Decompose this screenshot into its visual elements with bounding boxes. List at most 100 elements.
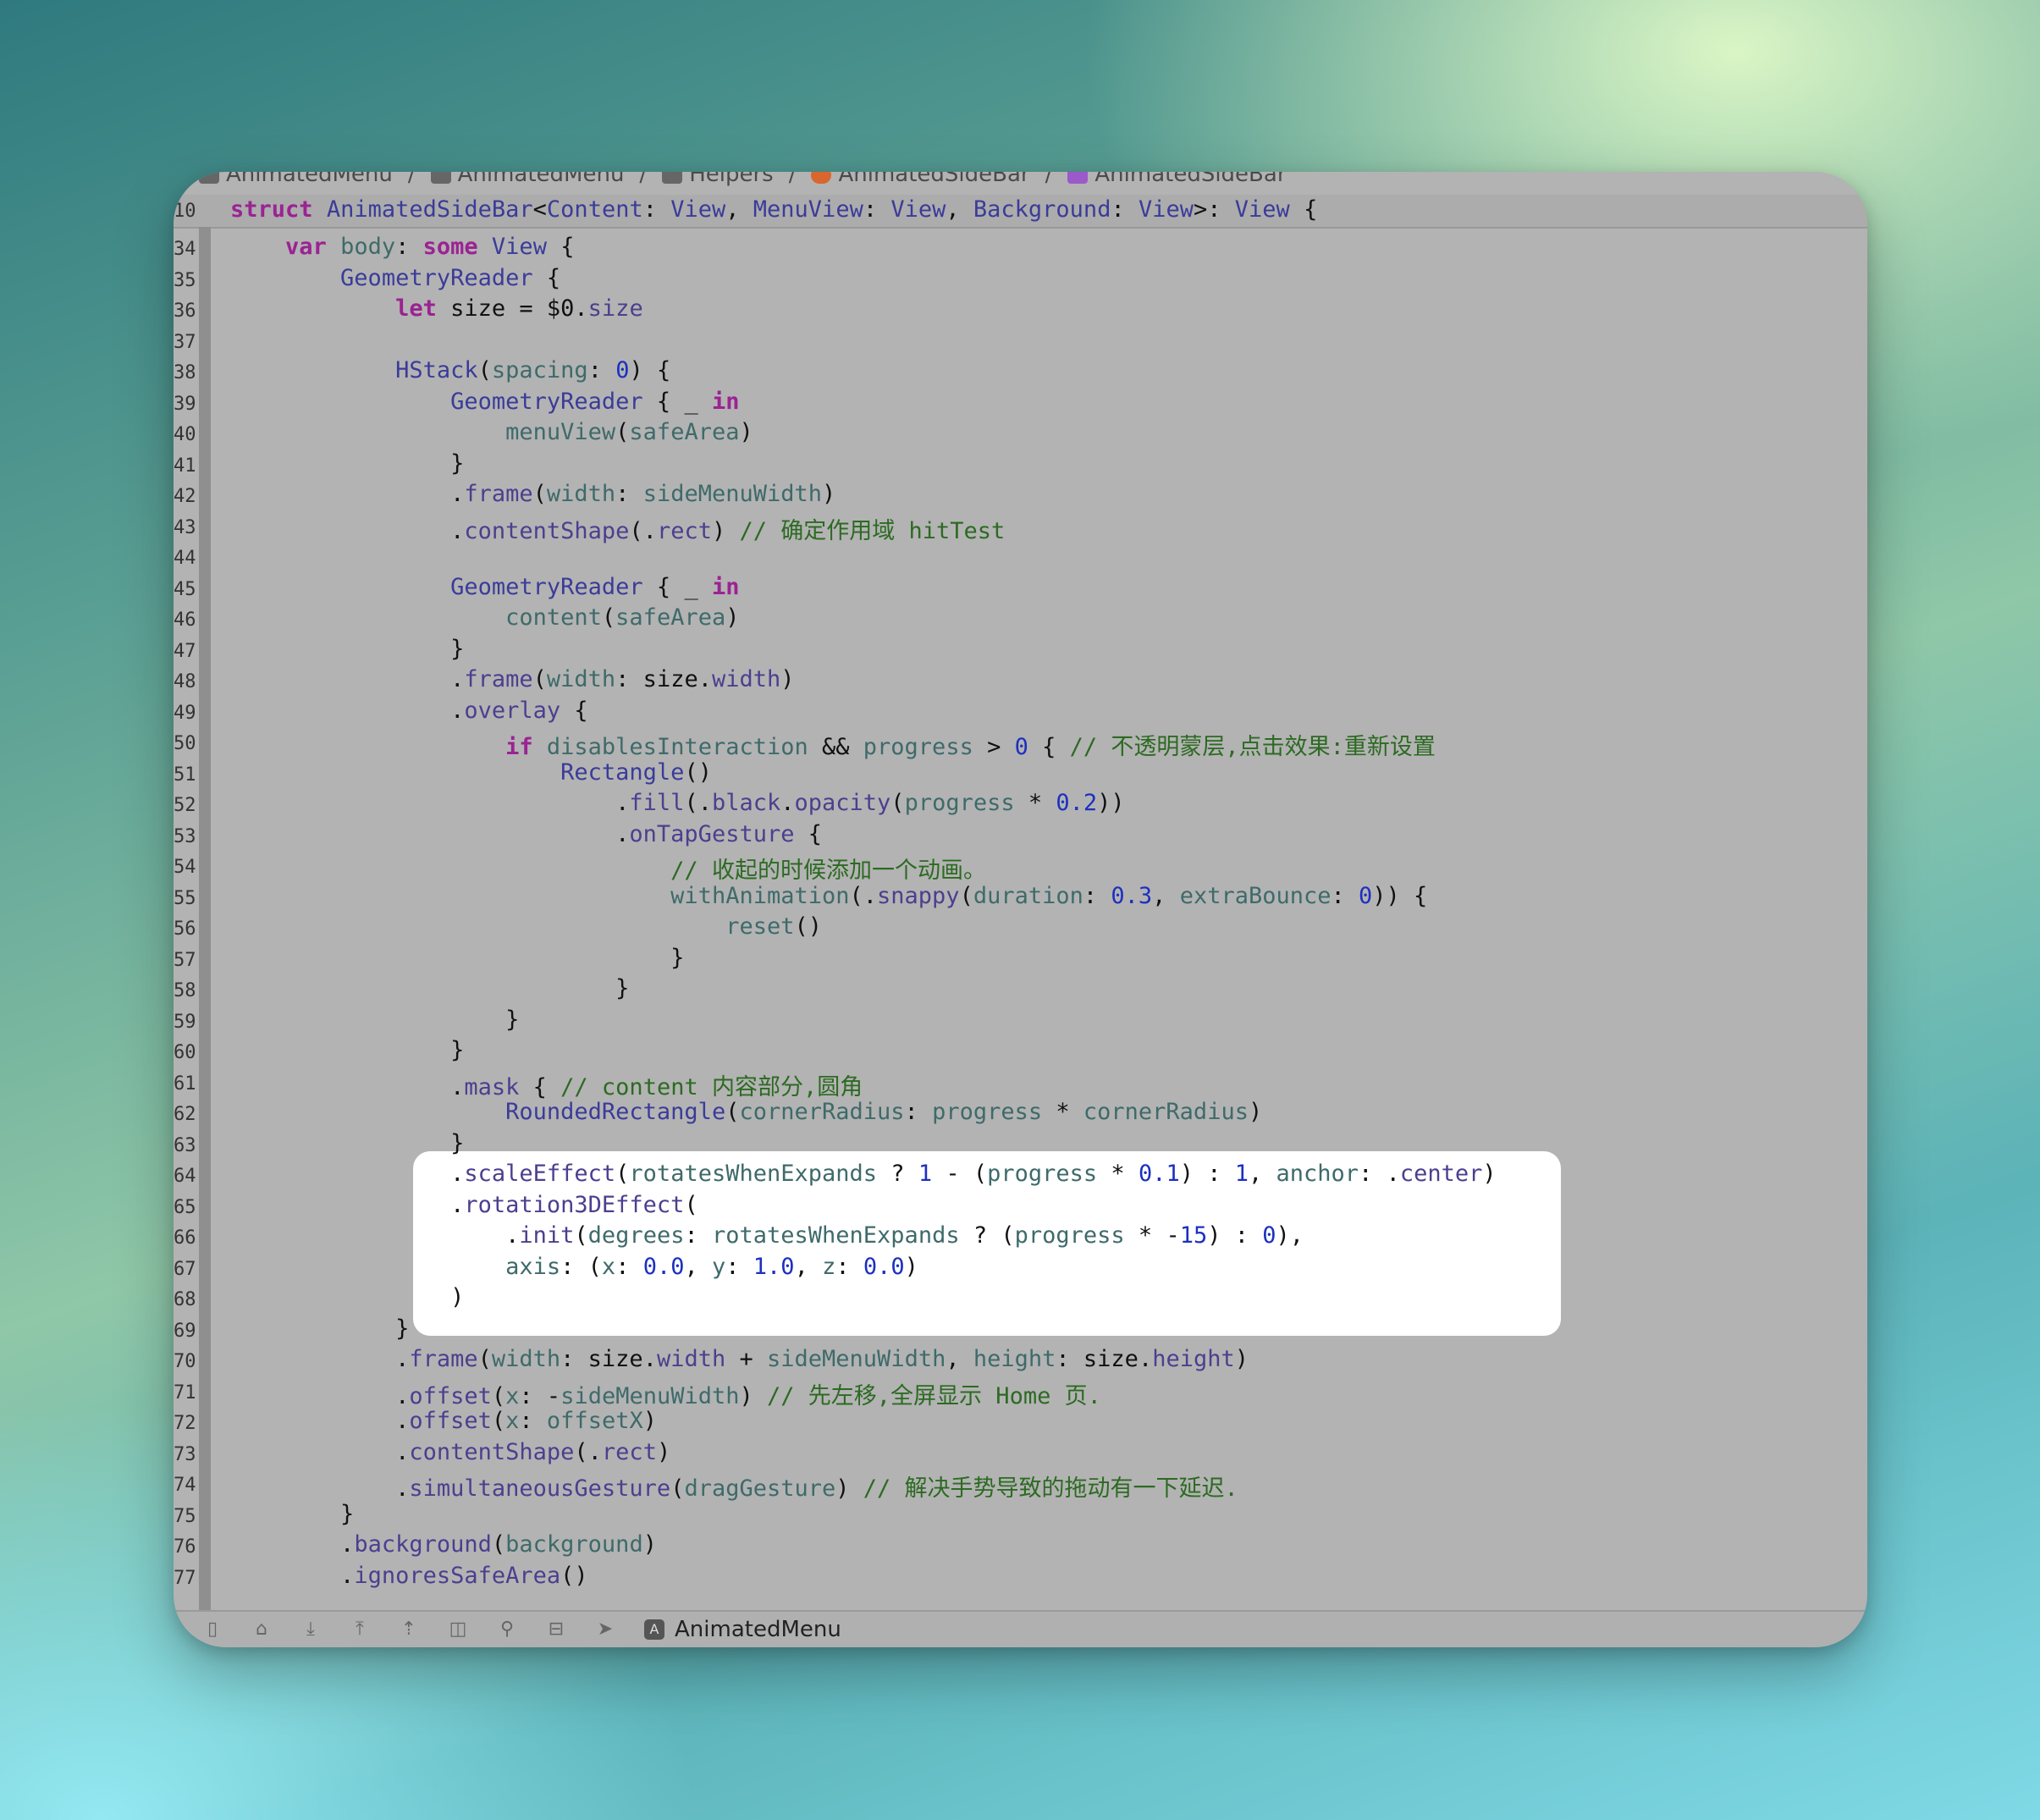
line-number: 35	[174, 269, 196, 291]
line-number: 66	[174, 1227, 196, 1249]
line-number: 52	[174, 795, 196, 816]
code-line: let size = $0.size	[395, 295, 643, 322]
folder-icon	[430, 172, 451, 184]
line-number: 75	[174, 1505, 196, 1527]
sticky-code-line: struct AnimatedSideBar<Content: View, Me…	[230, 196, 1318, 223]
breadcrumb-label: AnimatedSideBar	[1094, 172, 1287, 187]
breadcrumb-label: AnimatedMenu	[226, 172, 393, 187]
breadcrumb-label: AnimatedSideBar	[838, 172, 1030, 187]
debug-bar: ▯ ⌂ ⤓ ⤒ ⇡ ◫ ⚲ ⊟ ➤ A AnimatedMenu	[174, 1610, 1867, 1647]
breadcrumb: AnimatedMenu / AnimatedMenu / Helpers / Animat…	[174, 172, 1867, 187]
line-number: 57	[174, 949, 196, 971]
breadcrumb-item[interactable]: AnimatedSideBar	[1067, 172, 1287, 187]
code-line: .onTapGesture {	[230, 820, 822, 847]
code-line: .contentShape(.rect) // 确定作用域 hitTest	[230, 517, 1006, 544]
line-number: 46	[174, 609, 196, 631]
swift-file-icon	[811, 172, 832, 184]
breadcrumb-item[interactable]: AnimatedSideBar	[811, 172, 1030, 187]
line-number: 45	[174, 578, 196, 600]
code-line: .simultaneousGesture(dragGesture) // 解决手…	[230, 1475, 1238, 1502]
line-number: 41	[174, 455, 196, 477]
code-line: .overlay {	[230, 697, 588, 724]
line-number: 64	[174, 1166, 196, 1187]
line-number: 55	[174, 887, 196, 909]
breakpoint-icon[interactable]: ⌂	[251, 1619, 272, 1640]
struct-icon	[1067, 172, 1089, 184]
line-number: 34	[174, 239, 196, 260]
line-number: 40	[174, 424, 196, 445]
breadcrumb-label: Helpers	[689, 172, 774, 187]
line-number: 71	[174, 1382, 196, 1404]
code-line: }	[230, 944, 685, 971]
line-number: 61	[174, 1073, 196, 1095]
code-line: menuView(safeArea)	[505, 419, 753, 445]
breadcrumb-label: AnimatedMenu	[457, 172, 625, 187]
code-line: }	[230, 1129, 465, 1156]
code-line: axis: (x: 0.0, y: 1.0, z: 0.0)	[505, 1253, 918, 1280]
sticky-scope-header[interactable]: 10 struct AnimatedSideBar<Content: View,…	[174, 195, 1867, 229]
view-debugger-icon[interactable]: ◫	[448, 1619, 468, 1640]
line-number: 38	[174, 362, 196, 383]
code-line: .ignoresSafeArea()	[230, 1562, 588, 1589]
breadcrumb-item[interactable]: AnimatedMenu	[430, 172, 625, 187]
code-line: .frame(width: size.width)	[230, 666, 795, 692]
code-line: }	[230, 1315, 410, 1342]
code-line: HStack(spacing: 0) {	[395, 357, 671, 383]
breadcrumb-item[interactable]: AnimatedMenu	[199, 172, 393, 187]
scheme-label: AnimatedMenu	[675, 1617, 841, 1642]
environment-icon[interactable]: ⊟	[546, 1619, 566, 1640]
line-number: 59	[174, 1011, 196, 1033]
step-out-icon[interactable]: ⇡	[399, 1619, 419, 1640]
line-number: 39	[174, 393, 196, 415]
step-over-icon[interactable]: ⤓	[300, 1619, 321, 1640]
scheme-selector[interactable]: A AnimatedMenu	[644, 1617, 841, 1642]
line-number: 44	[174, 548, 196, 569]
line-number: 37	[174, 331, 196, 353]
code-line: Rectangle()	[560, 758, 712, 786]
line-number: 67	[174, 1258, 196, 1280]
line-number: 63	[174, 1134, 196, 1156]
breadcrumb-separator: /	[1045, 172, 1053, 187]
code-line: GeometryReader {	[340, 264, 561, 291]
line-number: 72	[174, 1413, 196, 1434]
code-line: }	[230, 975, 630, 1001]
memory-graph-icon[interactable]: ⚲	[497, 1619, 517, 1640]
debug-area-icon[interactable]: ▯	[202, 1619, 223, 1640]
line-number: 36	[174, 301, 196, 322]
code-line: if disablesInteraction && progress > 0 {…	[505, 734, 1436, 760]
sticky-line-number: 10	[174, 201, 196, 222]
editor-window: AnimatedMenu / AnimatedMenu / Helpers / Animat…	[174, 172, 1867, 1647]
code-line: content(safeArea)	[505, 604, 740, 631]
line-number: 42	[174, 486, 196, 507]
code-line: }	[230, 1006, 520, 1033]
code-line: .rotation3DEffect(	[230, 1191, 698, 1218]
line-number: 69	[174, 1320, 196, 1342]
breadcrumb-item[interactable]: Helpers	[662, 172, 774, 187]
code-line: GeometryReader { _ in	[450, 573, 740, 600]
line-number: 53	[174, 825, 196, 847]
breadcrumb-separator: /	[407, 172, 416, 187]
code-line: RoundedRectangle(cornerRadius: progress …	[505, 1099, 1263, 1125]
code-line: .init(degrees: rotatesWhenExpands ? (pro…	[230, 1222, 1304, 1249]
line-number: 73	[174, 1443, 196, 1465]
code-line: }	[230, 635, 465, 662]
step-in-icon[interactable]: ⤒	[350, 1619, 370, 1640]
change-bar	[199, 227, 211, 1610]
code-line: // 收起的时候添加一个动画。	[670, 858, 986, 884]
code-line: var body: some View {	[285, 234, 575, 260]
line-number: 48	[174, 671, 196, 692]
line-number: 76	[174, 1536, 196, 1558]
breadcrumb-separator: /	[639, 172, 648, 187]
line-number: 56	[174, 918, 196, 940]
code-line: reset()	[725, 913, 822, 940]
line-number: 60	[174, 1042, 196, 1063]
line-number: 74	[174, 1475, 196, 1496]
code-line: .frame(width: sideMenuWidth)	[230, 481, 836, 507]
app-icon: A	[644, 1619, 664, 1640]
line-number: 47	[174, 640, 196, 662]
breadcrumb-separator: /	[788, 172, 797, 187]
line-number: 70	[174, 1351, 196, 1372]
location-icon[interactable]: ➤	[595, 1619, 615, 1640]
line-number: 62	[174, 1104, 196, 1125]
code-line: .offset(x: -sideMenuWidth) // 先左移,全屏显示 H…	[230, 1382, 1101, 1409]
